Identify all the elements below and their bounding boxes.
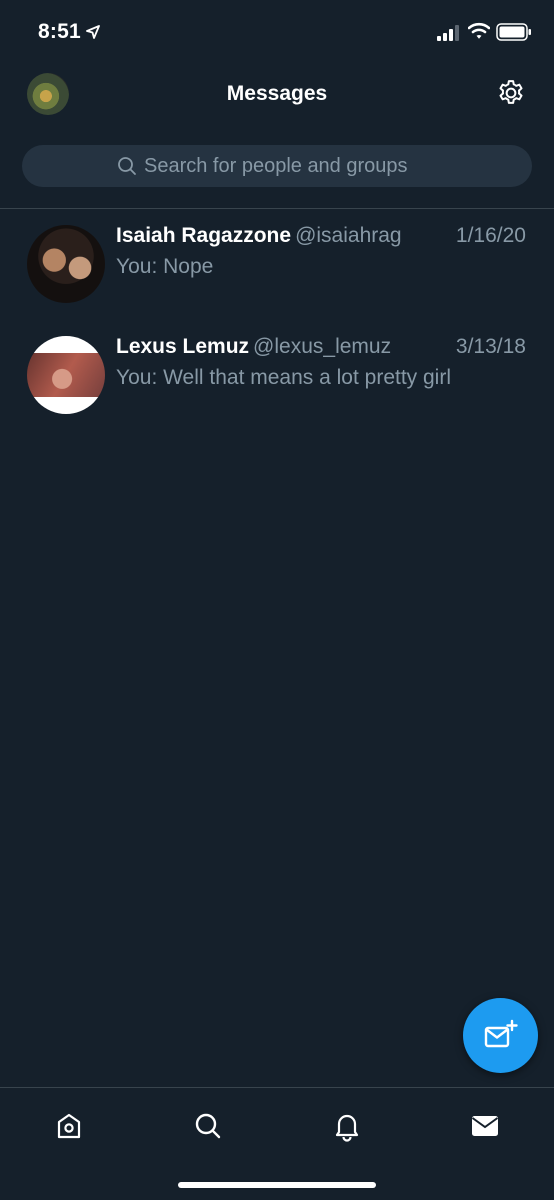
search-icon: [195, 1113, 221, 1139]
conversation-last-message: You: Well that means a lot pretty girl: [116, 366, 452, 389]
nav-search[interactable]: [188, 1106, 228, 1146]
bell-icon: [335, 1114, 359, 1142]
search-input[interactable]: Search for people and groups: [22, 145, 532, 187]
home-icon: [57, 1113, 81, 1139]
location-arrow-icon: [86, 25, 100, 39]
nav-notifications[interactable]: [327, 1106, 367, 1146]
search-icon: [118, 157, 136, 175]
status-time: 8:51: [38, 20, 81, 43]
conversation-header: Lexus Lemuz @lexus_lemuz: [116, 335, 391, 359]
mail-icon: [471, 1116, 499, 1136]
conversation-header: Isaiah Ragazzone @isaiahrag: [116, 224, 402, 248]
conversation-last-message: You: Nope: [116, 255, 214, 278]
status-bar: 8:51: [0, 0, 554, 66]
conversation-item[interactable]: Lexus Lemuz @lexus_lemuz 3/13/18 You: Wel…: [0, 321, 554, 431]
divider: [0, 208, 554, 209]
conversation-date: 3/13/18: [455, 335, 526, 358]
nav-home[interactable]: [49, 1106, 89, 1146]
conversation-name: Isaiah Ragazzone: [116, 224, 292, 247]
wifi-icon: [468, 22, 490, 39]
conversation-handle: @lexus_lemuz: [253, 335, 392, 358]
avatar[interactable]: [27, 225, 105, 303]
conversation-handle: @isaiahrag: [295, 224, 402, 247]
conversation-item[interactable]: Isaiah Ragazzone @isaiahrag 1/16/20 You: …: [0, 210, 554, 320]
conversation-name: Lexus Lemuz: [116, 335, 250, 358]
header: Messages: [0, 66, 554, 130]
nav-messages[interactable]: [465, 1106, 505, 1146]
page-title: Messages: [226, 82, 328, 105]
home-indicator: [178, 1182, 376, 1188]
gear-icon[interactable]: [496, 78, 526, 108]
battery-icon: [496, 23, 531, 41]
new-message-icon: [484, 1019, 518, 1048]
new-message-button[interactable]: [463, 998, 538, 1073]
search-placeholder: Search for people and groups: [144, 155, 408, 177]
conversation-date: 1/16/20: [455, 224, 526, 247]
avatar[interactable]: [27, 336, 105, 414]
cellular-signal-icon: [437, 25, 459, 41]
